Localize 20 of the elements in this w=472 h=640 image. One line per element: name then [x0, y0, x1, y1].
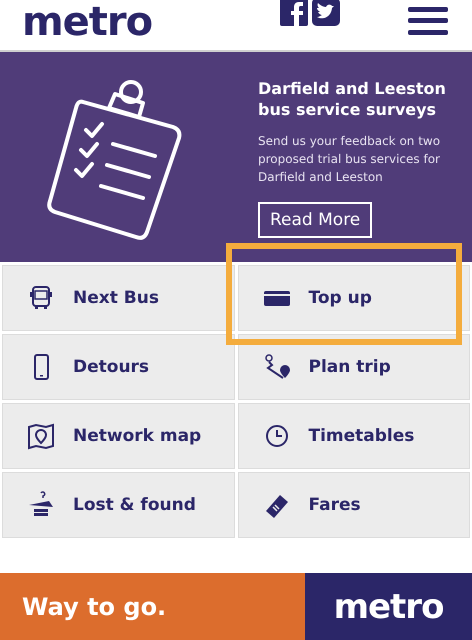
menu-tile[interactable]: Fares [238, 472, 470, 538]
menu-tile[interactable]: Lost & found [2, 472, 234, 538]
menu-tile[interactable]: Detours [2, 334, 234, 400]
footer-logo: metro [334, 590, 444, 624]
slogan: Way to go. [22, 592, 166, 620]
map-icon [27, 422, 55, 450]
banner-title: Darfield and Leeston bus service surveys [258, 78, 447, 120]
facebook-icon[interactable] [280, 0, 308, 26]
menu-tile[interactable]: Plan trip [238, 334, 470, 400]
read-more-button[interactable]: Read More [258, 202, 372, 238]
route-icon [262, 353, 290, 381]
menu-tile[interactable]: Timetables [238, 403, 470, 469]
bus-icon [27, 284, 55, 312]
menu-tile[interactable]: Top up [238, 265, 470, 331]
banner-text: Send us your feedback on two proposed trial bus services for Darfield and Leeston [258, 133, 442, 186]
menu-icon[interactable] [408, 5, 448, 37]
menu-tile[interactable]: Next Bus [2, 265, 234, 331]
menu-tile[interactable]: Network map [2, 403, 234, 469]
twitter-icon[interactable] [312, 0, 340, 26]
logo[interactable]: metro [22, 2, 152, 42]
